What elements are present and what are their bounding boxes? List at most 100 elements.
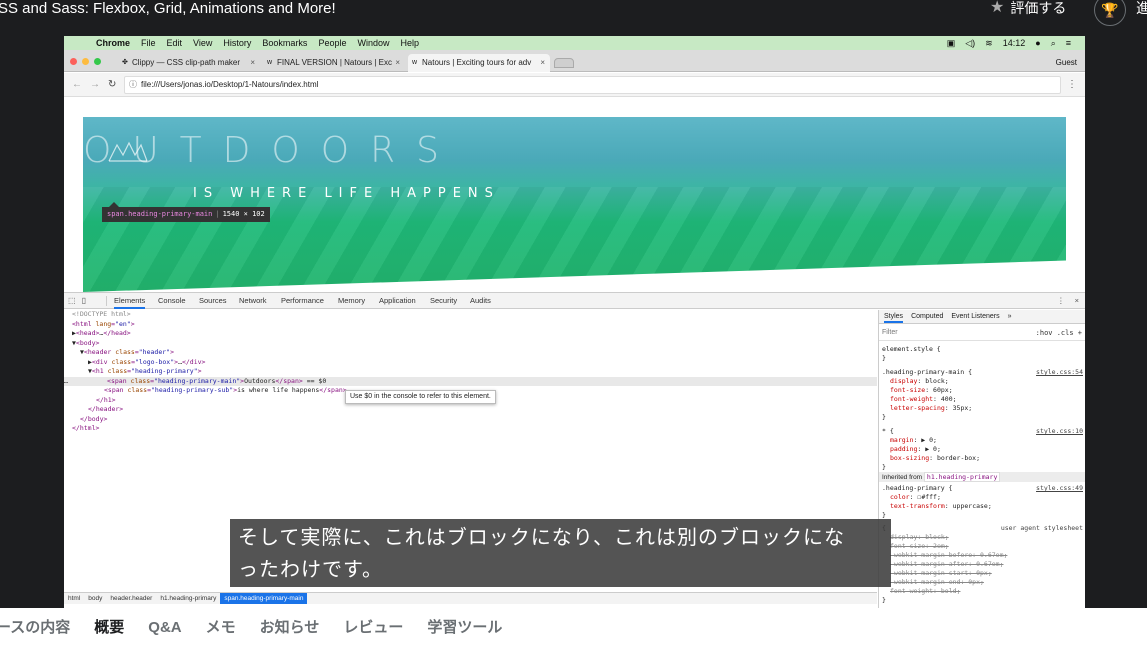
browser-tab-active: w Natours | Exciting tours for adv × [408,54,550,72]
course-nav: ースの内容 概要 Q&A メモ お知らせ レビュー 学習ツール [0,608,1147,647]
heading-primary-main: Outdoors [83,130,460,171]
dom-line: <html lang="en"> [72,319,135,328]
devtools-close-icon: × [1074,296,1079,305]
course-title: SS and Sass: Flexbox, Grid, Animations a… [0,0,336,17]
heading-primary-sub: is where life happens [193,186,500,201]
dom-line: ▼<body> [72,338,100,347]
url-text: file:///Users/jonas.io/Desktop/1-Natours… [141,80,319,89]
dom-line: ▼<header class="header"> [80,348,174,356]
ua-stylesheet-label: user agent stylesheet [1000,524,1083,532]
style-rule-selector: * { [882,427,894,435]
styles-pane: Styles Computed Event Listeners » Filter… [878,310,1085,608]
devtools-controls: ⋮ × [1057,293,1079,309]
tab-elements: Elements [114,293,146,309]
menubar-status: ▣ ◁) ≋ 14:12 ● ⌕ ≡ [947,36,1071,50]
inspect-size: 1540 × 102 [222,210,265,218]
dom-line: </body> [80,414,108,423]
hero-header: Outdoors is where life happens span.head… [83,117,1066,292]
menu-item-history: History [223,38,252,48]
nav-learning-tools[interactable]: 学習ツール [427,610,502,646]
star-icon: ★ [990,0,1005,16]
menu-item-edit: Edit [166,38,183,48]
zoom-dot-icon [94,58,101,65]
tab-label: Natours | Exciting tours for adv [422,58,532,67]
close-icon: × [250,58,255,67]
mac-menubar: Chrome File Edit View History Bookmarks … [64,36,1085,50]
inherited-label: Inherited from [882,474,923,481]
browser-tab: ✤ Clippy — CSS clip-path maker × [118,54,260,72]
tab-computed: Computed [911,313,944,320]
devtools-tabbar: ⬚ ▯ Elements Console Sources Network Per… [64,293,1085,309]
styles-tabbar: Styles Computed Event Listeners » [879,310,1085,324]
dom-line-selected: … <span class="heading-primary-main">Out… [64,376,877,386]
clock: 14:12 [1002,38,1026,48]
inspect-class: .heading-primary-main [123,210,213,218]
style-rule-selector: .heading-primary { [882,484,953,492]
reload-icon: ↻ [108,79,117,90]
inspect-tag: span [107,210,124,218]
nav-notes[interactable]: メモ [206,610,236,646]
apple-icon [74,36,88,50]
favicon-icon: w [412,59,418,66]
style-rule-selector: .heading-primary-main { [882,368,973,376]
style-source-link: style.css:49 [1036,484,1083,492]
nav-overview[interactable]: 概要 [94,610,124,646]
guest-label: Guest [1055,58,1077,67]
style-source-link: style.css:54 [1036,368,1083,376]
user-icon: ● [1035,38,1041,48]
devtools-menu-icon: ⋮ [1057,296,1065,305]
nav-announcements[interactable]: お知らせ [260,610,320,646]
menu-item-file: File [141,38,156,48]
menu-item-view: View [193,38,213,48]
wifi-icon: ≋ [985,38,993,48]
progress-label[interactable]: 進 [1136,0,1147,16]
device-icon: ▯ [81,296,86,305]
tab-sources: Sources [199,296,227,305]
video-subtitle: そして実際に、これはブロックになり、これは別のブロックにな ったわけです。 [230,519,891,587]
nav-reviews[interactable]: レビュー [343,610,403,646]
filter-controls: :hov .cls + [1035,329,1082,337]
tooltip: Use $0 in the console to refer to this e… [345,390,496,404]
subtitle-line: ったわけです。 [238,557,383,581]
menu-item-window: Window [357,38,390,48]
menu-app-name: Chrome [96,38,131,48]
nav-qa[interactable]: Q&A [148,610,181,646]
nav-course-content[interactable]: ースの内容 [0,610,70,646]
rate-button[interactable]: ★ 評価する [990,0,1066,16]
dom-line: </html> [72,424,100,432]
hero-background [83,187,1066,292]
close-dot-icon [70,58,77,65]
forward-icon: → [90,79,100,90]
course-header: SS and Sass: Flexbox, Grid, Animations a… [0,0,1147,36]
tab-network: Network [239,296,267,305]
search-icon: ⌕ [1050,38,1056,48]
breadcrumb-item: body [88,595,103,602]
back-icon: ← [72,79,82,90]
dom-line: ▶<head>…</head> [72,329,131,337]
trophy-icon[interactable]: 🏆 [1094,0,1126,26]
inspect-hover-label: span.heading-primary-main | 1540 × 102 [102,207,270,222]
devtools-tools: ⬚ ▯ [68,293,86,309]
volume-icon: ◁) [965,38,976,48]
breadcrumb-item: html [68,595,81,602]
breadcrumb-item: h1.heading-primary [160,595,217,602]
tab-event-listeners: Event Listeners [951,313,1000,320]
window-controls [70,58,101,65]
display-icon: ▣ [946,38,956,48]
tab-label: FINAL VERSION | Natours | Exc [277,58,392,67]
menu-item-help: Help [400,38,419,48]
breadcrumb-item: header.header [110,595,153,602]
inspect-icon: ⬚ [68,296,76,305]
tab-application: Application [379,296,416,305]
favicon-icon: w [267,59,273,66]
minimize-dot-icon [82,58,89,65]
tab-label: Clippy — CSS clip-path maker [132,58,241,67]
styles-filter: Filter :hov .cls + [879,325,1085,341]
filter-input: Filter [882,329,898,336]
tab-audits: Audits [470,296,491,305]
webpage-viewport: Outdoors is where life happens span.head… [64,97,1085,292]
browser-tabstrip: ✤ Clippy — CSS clip-path maker × w FINAL… [64,50,1085,72]
tab-console: Console [158,296,186,305]
menu-item-people: People [318,38,347,48]
browser-tab: w FINAL VERSION | Natours | Exc × [263,54,405,72]
